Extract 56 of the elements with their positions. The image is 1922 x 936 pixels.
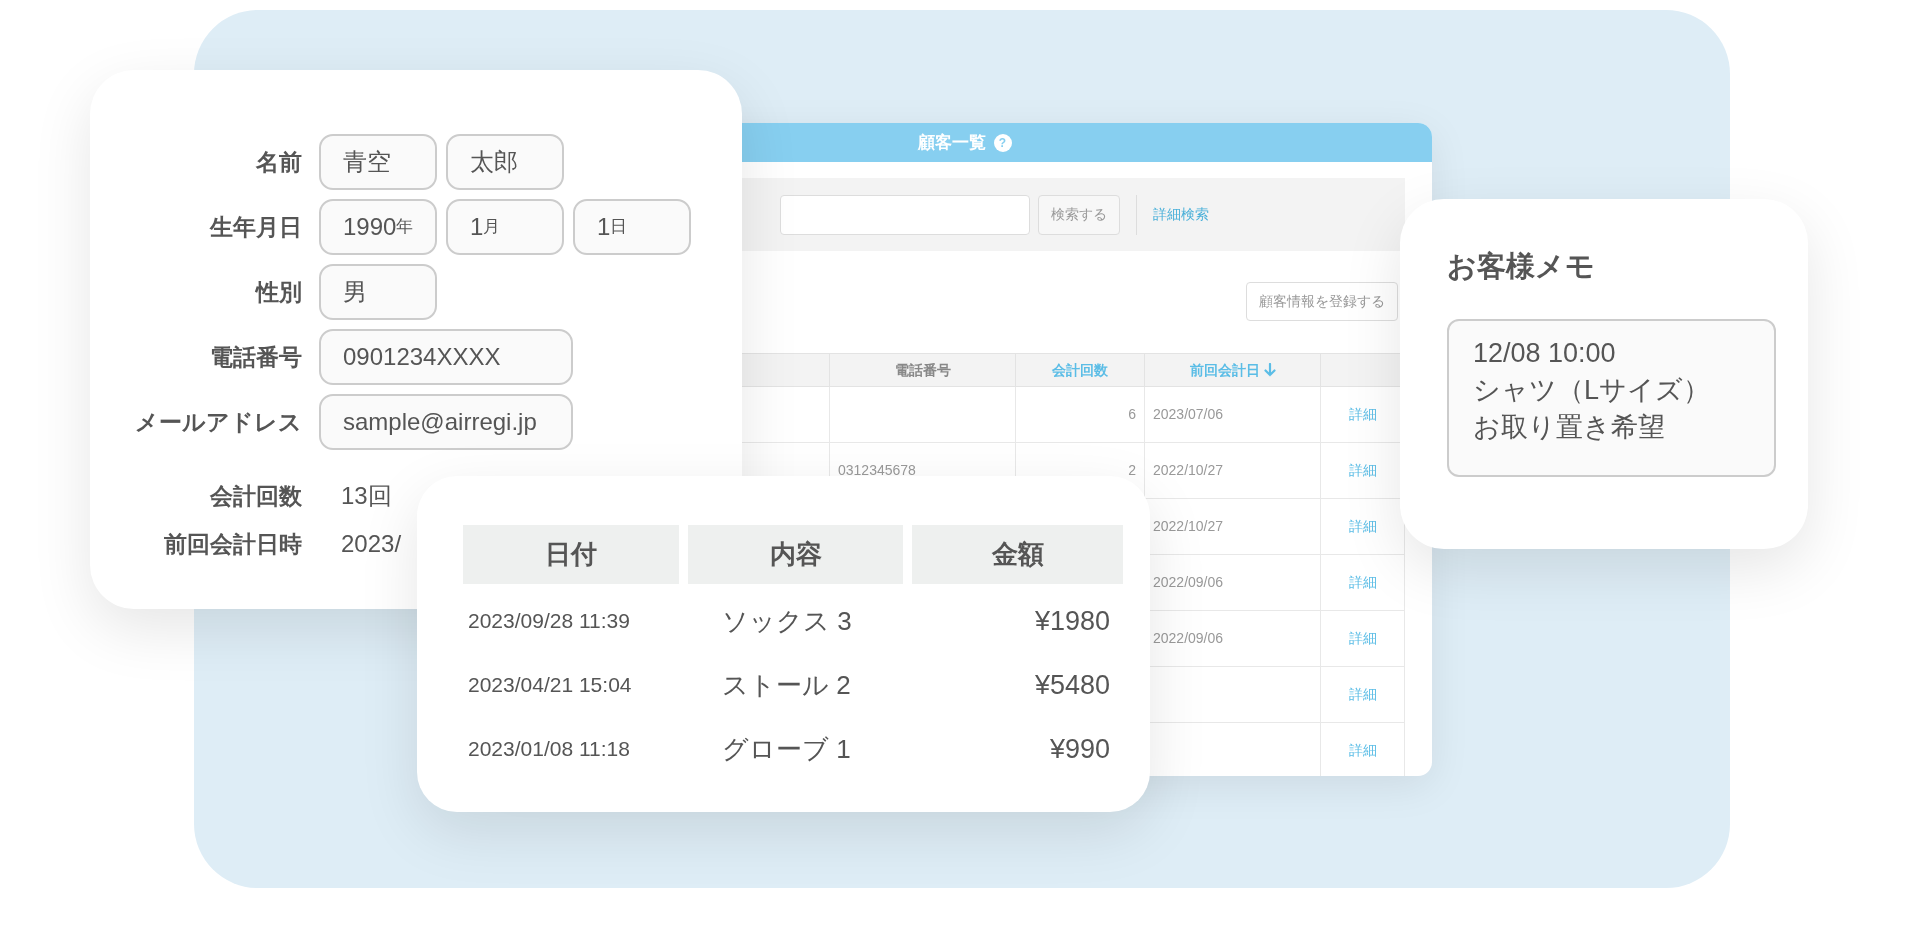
field-label: 電話番号	[209, 342, 302, 372]
table-cell-text: 2022/10/27	[1153, 517, 1224, 536]
table-cell-text: 2023/09/28 11:39	[467, 608, 631, 635]
input-field[interactable]: 青空	[319, 134, 437, 190]
input-field[interactable]: 男	[319, 264, 437, 320]
table-cell-text: 2023/04/21 15:04	[467, 672, 633, 699]
table-cell-text: 2022/09/06	[1153, 629, 1224, 648]
memo-text[interactable]: 12/08 10:00 シャツ（Lサイズ） お取り置き希望	[1447, 318, 1776, 477]
field-label: 前回会計日時	[163, 529, 302, 559]
detail-link[interactable]: 詳細	[1348, 404, 1377, 425]
memo-title: お客様メモ	[1447, 249, 1596, 284]
field-label: メールアドレス	[134, 407, 302, 437]
detail-link[interactable]: 詳細	[1348, 460, 1377, 481]
field-label: 名前	[255, 147, 302, 177]
table-cell-text: 2023/01/08 11:18	[467, 736, 631, 763]
input-field[interactable]: sample@airregi.jp	[319, 394, 573, 450]
table-cell-text: ¥990	[1049, 732, 1110, 766]
table-cell: グローブ 1	[722, 733, 851, 764]
detail-link[interactable]: 詳細	[1348, 572, 1377, 593]
field-label: 性別	[254, 277, 302, 307]
input-field[interactable]: 太郎	[446, 134, 564, 190]
table-cell-text: 6	[1128, 405, 1136, 424]
column-header: 内容	[688, 525, 903, 584]
column-header: 日付	[463, 525, 679, 584]
field-label: 会計回数	[209, 481, 302, 511]
column-header: 金額	[912, 525, 1123, 584]
help-icon[interactable]: ?	[993, 133, 1012, 152]
column-header[interactable]: 電話番号	[894, 359, 951, 381]
table-cell-text: ¥5480	[1034, 668, 1110, 702]
input-field[interactable]: 0901234XXXX	[319, 329, 573, 385]
input-field[interactable]: 1月	[446, 199, 564, 255]
detail-link[interactable]: 詳細	[1348, 628, 1377, 649]
advanced-search-link[interactable]: 詳細検索	[1153, 204, 1209, 225]
column-header[interactable]: 会計回数	[1052, 359, 1108, 381]
table-cell-text: 2022/09/06	[1153, 573, 1224, 592]
table-cell-text: ¥1980	[1034, 604, 1110, 638]
input-field[interactable]: 1日	[573, 199, 691, 255]
table-cell: ストール 2	[722, 669, 851, 700]
field-value: 13回	[341, 481, 392, 511]
search-field[interactable]	[780, 194, 1030, 235]
field-value: 2023/	[341, 529, 402, 559]
column-header[interactable]: 前回会計日	[1189, 359, 1276, 381]
detail-link[interactable]: 詳細	[1348, 684, 1377, 705]
table-cell-text: 2023/07/06	[1153, 405, 1224, 424]
window-title: 顧客一覧	[917, 131, 986, 154]
sort-down-icon[interactable]	[1263, 363, 1276, 377]
register-button[interactable]: 顧客情報を登録する	[1246, 282, 1398, 321]
table-cell-text: 2	[1128, 461, 1136, 480]
search-button[interactable]: 検索する	[1038, 194, 1120, 235]
table-cell-text: 2022/10/27	[1153, 461, 1224, 480]
table-cell-text: 0312345678	[838, 461, 916, 480]
table-cell: ソックス 3	[722, 605, 852, 636]
detail-link[interactable]: 詳細	[1348, 516, 1377, 537]
field-label: 生年月日	[208, 212, 302, 242]
detail-link[interactable]: 詳細	[1348, 740, 1377, 761]
input-field[interactable]: 1990年	[319, 199, 437, 255]
